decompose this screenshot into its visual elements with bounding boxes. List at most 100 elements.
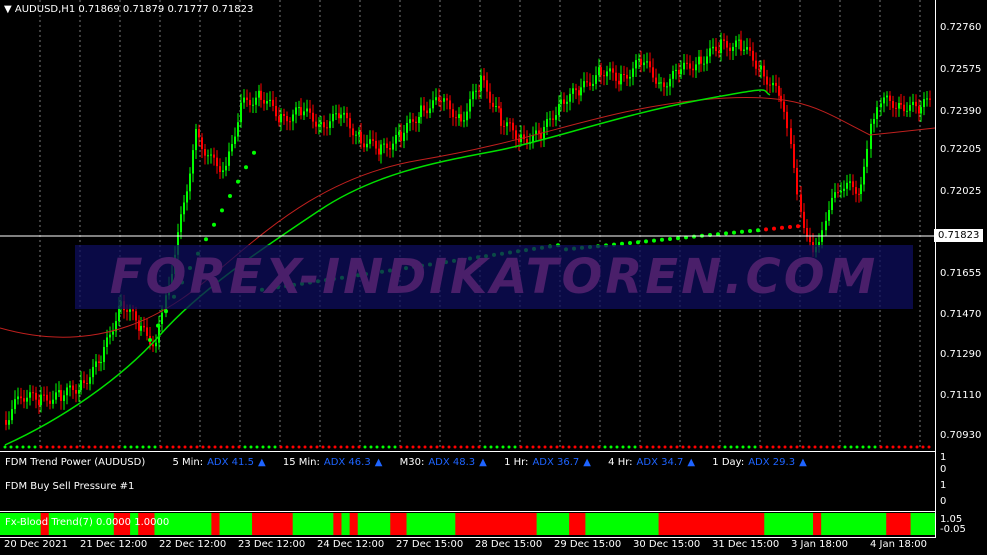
candle-body: [289, 121, 291, 123]
signal-dot: [807, 445, 811, 449]
trail-dot: [652, 238, 656, 243]
trail-dot: [796, 224, 800, 229]
symbol-label: AUDUSD,H1: [14, 4, 76, 15]
candle-body: [695, 64, 697, 71]
candle-body: [666, 86, 668, 88]
signal-dot: [759, 445, 763, 449]
blood-trend-segment: [211, 513, 221, 535]
up-arrow-icon: ▲: [257, 457, 266, 468]
signal-dot: [855, 445, 859, 449]
signal-dot: [819, 445, 823, 449]
signal-dot: [405, 445, 409, 449]
signal-dot: [183, 445, 187, 449]
signal-dot: [513, 445, 517, 449]
date-tick: 20 Dec 2021: [4, 539, 68, 550]
candle-body: [746, 47, 748, 50]
trail-dot: [764, 227, 768, 232]
indicator-buy-sell-panel[interactable]: [0, 477, 935, 512]
candle-body: [683, 62, 685, 70]
candle-body: [35, 392, 37, 400]
candle-body: [600, 67, 602, 76]
ind2-axis-top: 1: [940, 480, 947, 491]
date-tick: 31 Dec 15:00: [712, 539, 780, 550]
blood-trend-segment: [390, 513, 399, 535]
ind2-axis-bottom: 0: [940, 496, 947, 507]
signal-dot: [207, 445, 211, 449]
time-axis-line: [0, 537, 936, 538]
candle-body: [675, 69, 677, 71]
candle-body: [472, 91, 474, 100]
candle-body: [509, 122, 511, 124]
ohlc-values: 0.71869 0.71879 0.71777 0.71823: [78, 4, 254, 15]
candle-body: [638, 58, 640, 61]
candle-body: [849, 181, 851, 183]
candle-body: [840, 190, 842, 193]
blood-trend-segment: [715, 513, 725, 535]
signal-dot: [321, 445, 325, 449]
blood-trend-segment: [382, 513, 391, 535]
signal-dot: [123, 445, 127, 449]
candle-body: [228, 151, 230, 166]
signal-dot: [435, 445, 439, 449]
signal-dot: [831, 445, 835, 449]
blood-trend-segment: [837, 513, 847, 535]
signal-dot: [501, 445, 505, 449]
tf-label: M30:: [399, 457, 425, 468]
candle-body: [752, 50, 754, 61]
blood-trend-segment: [520, 513, 529, 535]
signal-dot: [471, 445, 475, 449]
blood-trend-segment: [617, 513, 627, 535]
signal-dot: [801, 445, 805, 449]
signal-dot: [315, 445, 319, 449]
candle-body: [225, 165, 227, 171]
blood-trend-segment: [707, 513, 716, 535]
candle-body: [392, 143, 394, 150]
signal-dot: [111, 445, 115, 449]
signal-dot: [297, 445, 301, 449]
blood-trend-segment: [398, 513, 408, 535]
signal-dot: [477, 445, 481, 449]
candle-body: [825, 220, 827, 231]
candle-body: [323, 122, 325, 128]
candle-body: [609, 68, 611, 72]
blood-trend-segment: [292, 513, 302, 535]
trail-dot: [748, 229, 752, 233]
candle-body: [623, 74, 625, 76]
candle-body: [103, 347, 105, 363]
candle-body: [715, 46, 717, 52]
candle-body: [395, 134, 397, 144]
blood-trend-segment: [195, 513, 204, 535]
candle-body: [272, 99, 274, 106]
candle-body: [729, 47, 731, 51]
blood-trend-segment: [772, 513, 782, 535]
blood-trend-segment: [243, 513, 253, 535]
trail-dot: [212, 222, 216, 227]
trail-dot: [692, 234, 696, 239]
blood-trend-segment: [552, 513, 562, 535]
candle-body: [615, 72, 617, 81]
main-chart[interactable]: [0, 0, 935, 449]
candle-body: [80, 380, 82, 391]
signal-dot: [903, 445, 907, 449]
blood-trend-segment: [853, 513, 863, 535]
signal-dot: [465, 445, 469, 449]
candle-body: [295, 107, 297, 115]
candle-body: [360, 131, 362, 144]
blood-trend-segment: [780, 513, 790, 535]
candle-body: [258, 90, 260, 98]
blood-trend-segment: [577, 513, 586, 535]
candle-body: [703, 63, 705, 65]
blood-trend-segment: [463, 513, 473, 535]
candle-body: [876, 107, 878, 120]
trail-dot: [780, 225, 784, 230]
candle-body: [870, 123, 872, 149]
candle-body: [335, 113, 337, 115]
candle-body: [738, 39, 740, 41]
signal-dot: [165, 445, 169, 449]
candle-body: [540, 133, 542, 139]
signal-dot: [783, 445, 787, 449]
blood-trend-segment: [699, 513, 708, 535]
dropdown-triangle-icon[interactable]: ▼: [4, 4, 12, 15]
signal-dot: [825, 445, 829, 449]
candle-body: [201, 137, 203, 150]
